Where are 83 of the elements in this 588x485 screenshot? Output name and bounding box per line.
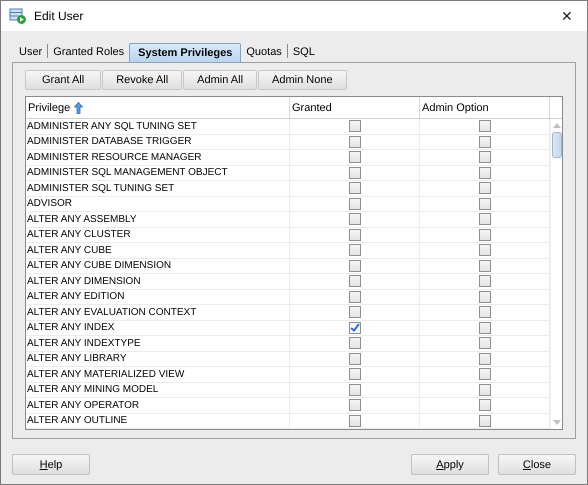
checkbox[interactable] [479,244,491,256]
toolbar-button[interactable]: Admin All [183,70,258,90]
help-button[interactable]: Help [12,454,90,475]
checkbox[interactable] [479,228,491,241]
column-header[interactable]: Privilege [26,97,290,118]
checkbox[interactable] [349,228,361,241]
tab[interactable]: User [14,43,48,62]
checkbox[interactable] [349,352,361,365]
checkbox[interactable] [349,260,361,272]
checkbox[interactable] [479,337,491,350]
dialog-button[interactable]: Apply [411,454,489,475]
vertical-scrollbar[interactable] [550,119,562,429]
checkbox[interactable] [479,290,491,303]
checkbox[interactable] [349,306,361,318]
table-cell: ALTER ANY MINING MODEL [26,382,290,397]
checkbox[interactable] [349,166,361,179]
checkbox[interactable] [349,399,361,412]
table-cell: ALTER ANY OPERATOR [26,398,290,412]
checkbox[interactable] [349,275,361,288]
checkbox[interactable] [479,414,491,427]
table-cell: ALTER ANY CUBE [26,243,290,258]
checkbox[interactable] [479,368,491,380]
table-cell: ADMINISTER SQL TUNING SET [26,181,290,196]
checkbox[interactable] [349,322,361,334]
checkbox[interactable] [479,151,491,164]
checkbox[interactable] [479,136,491,148]
table-cell: ADMINISTER SQL MANAGEMENT OBJECT [26,166,290,180]
column-header[interactable]: Admin Option [420,97,550,118]
table-cell: ALTER ANY OUTLINE [26,414,290,428]
checkbox[interactable] [349,213,361,226]
scrollbar-thumb[interactable] [552,132,562,158]
checkbox[interactable] [349,151,361,164]
table-cell: ALTER ANY CLUSTER [26,228,290,242]
scroll-down-icon[interactable] [552,420,560,425]
column-header[interactable]: Granted [290,97,420,118]
table-cell: ADMINISTER ANY SQL TUNING SET [26,119,290,134]
table-cell: ALTER ANY EVALUATION CONTEXT [26,305,290,320]
table-cell: ALTER ANY LIBRARY [26,352,290,366]
checkbox[interactable] [349,337,361,350]
toolbar-button[interactable]: Revoke All [102,70,182,90]
checkbox[interactable] [479,182,491,194]
table-cell: ALTER ANY ASSEMBLY [26,212,290,226]
checkbox[interactable] [349,120,361,132]
tab[interactable]: System Privileges [129,43,242,62]
checkbox[interactable] [349,384,361,396]
checkbox[interactable] [349,182,361,194]
table-cell: ALTER ANY INDEX [26,320,290,335]
checkbox[interactable] [479,399,491,412]
checkbox[interactable] [349,198,361,210]
table-cell: ALTER ANY CUBE DIMENSION [26,258,290,273]
dialog-button[interactable]: Close [498,454,576,475]
checkbox[interactable] [479,166,491,179]
sort-ascending-icon [74,102,84,114]
tab[interactable]: Quotas [241,43,287,62]
toolbar-button[interactable]: Admin None [258,70,347,90]
tab[interactable]: Granted Roles [48,43,130,62]
table-cell: ALTER ANY INDEXTYPE [26,336,290,350]
checkbox[interactable] [479,322,491,334]
checkbox[interactable] [479,260,491,272]
checkbox[interactable] [479,198,491,210]
close-button[interactable]: ✕ [547,1,587,31]
table-cell: ADMINISTER RESOURCE MANAGER [26,150,290,164]
checkbox[interactable] [479,306,491,318]
checkbox[interactable] [349,136,361,148]
checkbox[interactable] [349,244,361,256]
table-cell: ADMINISTER DATABASE TRIGGER [26,134,290,149]
checkbox[interactable] [479,384,491,396]
checkbox[interactable] [479,352,491,365]
tab[interactable]: SQL [288,43,320,62]
table-run-icon [9,7,27,25]
toolbar-button[interactable]: Grant All [25,70,102,90]
table-cell: ALTER ANY EDITION [26,290,290,304]
checkbox[interactable] [479,275,491,288]
table-cell: ALTER ANY DIMENSION [26,274,290,288]
checkbox[interactable] [349,414,361,427]
checkbox[interactable] [349,368,361,380]
checkbox[interactable] [479,213,491,226]
checkbox[interactable] [349,290,361,303]
table-cell: ADVISOR [26,196,290,211]
checkbox[interactable] [479,120,491,132]
window-title: Edit User [34,9,84,23]
table-cell: ALTER ANY MATERIALIZED VIEW [26,367,290,382]
scroll-up-icon[interactable] [552,123,560,128]
